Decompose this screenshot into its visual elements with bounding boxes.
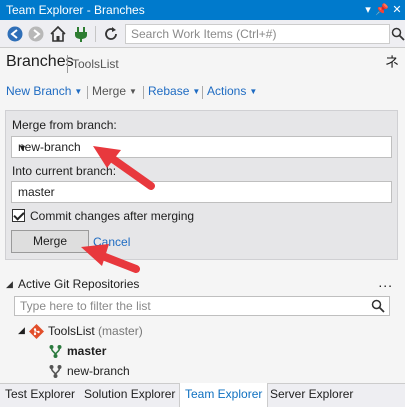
refresh-icon[interactable] xyxy=(102,25,120,43)
branch-label: new-branch xyxy=(67,364,130,378)
merge-from-branch-select[interactable]: new-branch ▼ xyxy=(11,136,392,158)
merge-action-button[interactable]: Merge ▼ xyxy=(92,84,137,98)
branch-icon xyxy=(49,345,62,358)
repository-branch-hint: (master) xyxy=(98,324,143,338)
commit-after-merge-checkbox[interactable] xyxy=(12,209,25,222)
branch-label: master xyxy=(67,344,107,358)
rebase-button[interactable]: Rebase ▼ xyxy=(148,84,200,98)
toolbar-separator xyxy=(95,26,96,42)
section-title: Active Git Repositories xyxy=(18,277,140,291)
filter-placeholder: Type here to filter the list xyxy=(20,299,151,313)
branch-node-new-branch[interactable]: new-branch xyxy=(48,363,248,381)
git-repo-icon xyxy=(29,324,44,339)
into-current-branch-value: master xyxy=(18,185,55,199)
title-bar: Team Explorer - Branches ▾ 📌 ✕ xyxy=(0,0,405,20)
filter-list-input[interactable]: Type here to filter the list xyxy=(14,296,390,316)
search-work-items-input[interactable]: Search Work Items (Ctrl+#) xyxy=(125,24,405,44)
search-icon[interactable] xyxy=(391,27,405,41)
repository-node[interactable]: ◢ ToolsList (master) xyxy=(18,323,318,341)
forward-icon[interactable] xyxy=(27,25,45,43)
more-options-icon[interactable]: ... xyxy=(378,274,393,290)
pin-icon[interactable]: 📌 xyxy=(374,1,390,19)
header-glyph: ネ xyxy=(385,54,399,70)
chevron-down-icon: ▼ xyxy=(192,87,201,96)
merge-panel: Merge from branch: new-branch ▼ Into cur… xyxy=(5,110,398,260)
branch-node-master[interactable]: master xyxy=(48,343,248,361)
annotation-arrow xyxy=(93,146,155,190)
repository-context[interactable]: ToolsList xyxy=(72,57,119,71)
branch-icon xyxy=(49,365,62,378)
repository-name: ToolsList xyxy=(48,324,95,338)
actions-menu-button[interactable]: Actions ▼ xyxy=(207,84,257,98)
window-title: Team Explorer - Branches xyxy=(6,3,145,17)
close-icon[interactable]: ✕ xyxy=(389,1,405,19)
tab-team-explorer[interactable]: Team Explorer xyxy=(179,383,269,407)
team-explorer-toolbar: Search Work Items (Ctrl+#) xyxy=(0,20,405,48)
connect-icon[interactable] xyxy=(72,25,90,43)
bottom-tab-bar: Test Explorer Solution Explorer Team Exp… xyxy=(0,383,405,407)
chevron-down-icon: ▼ xyxy=(249,87,258,96)
branch-actions-bar: New Branch ▼ Merge ▼ Rebase ▼ Actions ▼ xyxy=(0,80,405,102)
merge-from-label: Merge from branch: xyxy=(12,118,117,132)
expand-triangle-icon[interactable]: ◢ xyxy=(18,325,25,336)
page-header: Branches ToolsList ネ xyxy=(0,50,405,78)
commit-after-merge-label[interactable]: Commit changes after merging xyxy=(30,209,194,223)
active-git-repositories-header[interactable]: ◢ Active Git Repositories ... xyxy=(0,274,405,295)
chevron-down-icon: ▼ xyxy=(129,87,137,96)
search-icon xyxy=(371,299,385,313)
tab-solution-explorer[interactable]: Solution Explorer xyxy=(84,387,175,401)
back-icon[interactable] xyxy=(6,25,24,43)
annotation-arrow xyxy=(81,244,140,273)
home-icon[interactable] xyxy=(49,25,67,43)
chevron-down-icon: ▼ xyxy=(74,87,83,96)
title-separator xyxy=(67,55,68,73)
search-placeholder: Search Work Items (Ctrl+#) xyxy=(131,27,277,41)
page-title: Branches xyxy=(6,53,74,70)
expand-triangle-icon[interactable]: ◢ xyxy=(6,279,13,290)
new-branch-button[interactable]: New Branch ▼ xyxy=(6,84,82,98)
tab-server-explorer[interactable]: Server Explorer xyxy=(270,387,353,401)
tab-test-explorer[interactable]: Test Explorer xyxy=(5,387,75,401)
into-current-branch-field: master xyxy=(11,181,392,203)
dropdown-arrow-icon[interactable]: ▼ xyxy=(18,143,386,153)
